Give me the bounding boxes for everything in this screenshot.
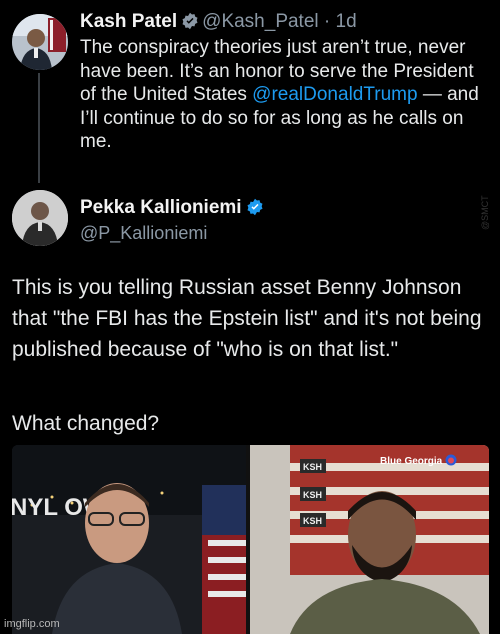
video-panel-right: KSH KSH KSH <box>250 445 489 634</box>
tweet1-text: The conspiracy theories just aren’t true… <box>80 36 490 154</box>
verified-badge-icon <box>182 12 198 30</box>
verified-badge-icon <box>247 198 263 216</box>
tweet-media-image[interactable]: NYL OW KSH KSH KSH Blue Georgia <box>12 445 489 634</box>
avatar-photo <box>12 190 68 246</box>
tweet2-author: Pekka Kallioniemi <box>80 196 267 220</box>
right-video-frame: KSH KSH KSH <box>250 445 489 634</box>
avatar-pekka-kallioniemi[interactable] <box>12 190 68 246</box>
mention-link[interactable]: @realDonaldTrump <box>252 84 417 105</box>
sign-tag-2: KSH <box>303 490 322 500</box>
side-watermark: @SMCT <box>480 195 490 230</box>
sign-tag-3: KSH <box>303 516 322 526</box>
tweet1-header: Kash Patel @Kash_Patel · 1d <box>80 10 357 34</box>
tweet2-question: What changed? <box>12 412 160 435</box>
peach-logo-icon <box>445 454 457 466</box>
avatar-kash-patel[interactable] <box>12 14 68 70</box>
overlay-label: Blue Georgia <box>380 454 457 467</box>
left-video-frame: NYL OW <box>12 445 246 634</box>
imgflip-watermark: imgflip.com <box>4 618 60 630</box>
author-name[interactable]: Kash Patel <box>80 11 177 32</box>
author-handle[interactable]: @P_Kallioniemi <box>80 222 207 244</box>
avatar-photo <box>12 14 68 70</box>
tweet2-text: This is you telling Russian asset Benny … <box>12 276 482 361</box>
sign-tag-1: KSH <box>303 462 322 472</box>
thread-connector-line <box>38 73 40 183</box>
author-name[interactable]: Pekka Kallioniemi <box>80 197 242 218</box>
author-handle-and-time[interactable]: @Kash_Patel · 1d <box>202 11 357 32</box>
video-panel-left: NYL OW <box>12 445 246 634</box>
